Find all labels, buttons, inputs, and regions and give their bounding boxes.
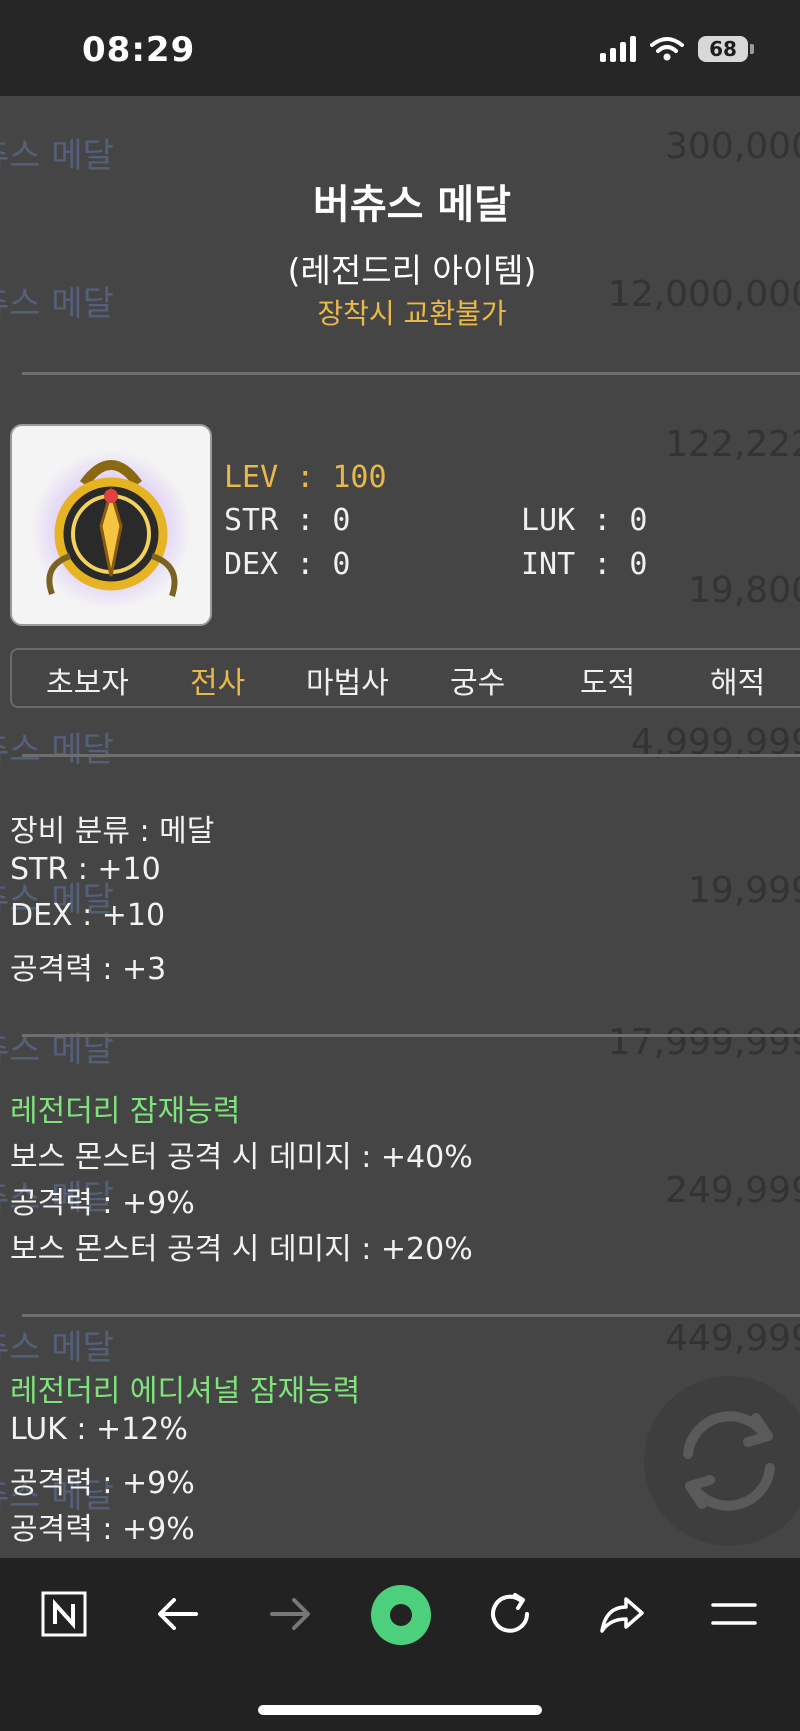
status-icons: 68 bbox=[600, 36, 754, 62]
item-grade: (레전드리 아이템) bbox=[287, 251, 537, 290]
cellular-signal-icon bbox=[600, 36, 636, 62]
back-button[interactable] bbox=[148, 1584, 208, 1644]
home-indicator bbox=[258, 1705, 542, 1715]
status-bar: 08:29 68 bbox=[0, 0, 800, 96]
reload-icon bbox=[491, 1593, 529, 1633]
divider bbox=[22, 372, 800, 375]
potential-line: 보스 몬스터 공격 시 데미지 : +20% bbox=[10, 1232, 473, 1267]
trade-restriction: 장착시 교환불가 bbox=[317, 297, 507, 330]
refresh-icon bbox=[683, 1411, 775, 1511]
job-archer: 궁수 bbox=[450, 666, 506, 701]
potential-line: 보스 몬스터 공격 시 데미지 : +40% bbox=[10, 1140, 473, 1175]
potential-line: 공격력 : +9% bbox=[10, 1186, 195, 1221]
list-item-name: 츄스 메달 bbox=[0, 1030, 114, 1070]
job-magician: 마법사 bbox=[306, 666, 389, 701]
job-thief: 도적 bbox=[580, 666, 636, 701]
list-item-price: 19,800 bbox=[688, 570, 800, 611]
medal-icon bbox=[31, 450, 191, 610]
list-item-name: 츄스 메달 bbox=[0, 136, 114, 176]
list-item-name: 츄스 메달 bbox=[0, 730, 114, 770]
menu-button[interactable] bbox=[704, 1584, 764, 1644]
share-button[interactable] bbox=[592, 1584, 652, 1644]
naver-home-button[interactable] bbox=[34, 1584, 94, 1644]
item-title: 버츄스 메달 bbox=[313, 182, 511, 228]
forward-button[interactable] bbox=[260, 1584, 320, 1644]
stat-line: STR : +10 bbox=[10, 852, 161, 887]
item-icon-frame bbox=[10, 424, 212, 626]
divider bbox=[22, 1034, 800, 1037]
status-time: 08:29 bbox=[82, 30, 196, 70]
list-item-name: 츄스 메달 bbox=[0, 1328, 114, 1368]
additional-potential-title: 레전더리 에디셔널 잠재능력 bbox=[10, 1374, 361, 1409]
green-home-button[interactable] bbox=[370, 1584, 432, 1646]
additional-potential-line: 공격력 : +9% bbox=[10, 1466, 195, 1501]
home-icon bbox=[371, 1585, 431, 1645]
list-item-price: 122,222 bbox=[665, 424, 800, 465]
menu-icon bbox=[711, 1603, 757, 1625]
reload-button[interactable] bbox=[480, 1584, 540, 1644]
req-luk: LUK : 0 bbox=[521, 503, 648, 538]
additional-potential-line: 공격력 : +9% bbox=[10, 1512, 195, 1547]
req-level: LEV : 100 bbox=[224, 460, 387, 495]
list-item-price: 249,999 bbox=[665, 1170, 800, 1211]
forward-icon bbox=[270, 1598, 310, 1630]
job-requirements: 초보자 전사 마법사 궁수 도적 해적 bbox=[10, 648, 800, 708]
stat-line: 공격력 : +3 bbox=[10, 952, 167, 987]
req-int: INT : 0 bbox=[521, 547, 648, 582]
req-str: STR : 0 bbox=[224, 503, 351, 538]
share-icon bbox=[600, 1597, 644, 1633]
wifi-icon bbox=[650, 37, 684, 61]
stat-line: 장비 분류 : 메달 bbox=[10, 814, 215, 849]
list-item-price: 300,000 bbox=[665, 126, 800, 167]
divider bbox=[22, 754, 800, 757]
job-beginner: 초보자 bbox=[46, 666, 129, 701]
job-warrior: 전사 bbox=[190, 666, 246, 701]
req-dex: DEX : 0 bbox=[224, 547, 351, 582]
naver-icon bbox=[41, 1591, 87, 1637]
divider bbox=[22, 1314, 800, 1317]
potential-title: 레전더리 잠재능력 bbox=[10, 1094, 241, 1129]
stat-line: DEX : +10 bbox=[10, 898, 166, 933]
list-item-price: 449,999 bbox=[665, 1318, 800, 1359]
list-item-price: 19,999 bbox=[688, 870, 800, 911]
list-item-price: 17,999,999 bbox=[607, 1022, 800, 1063]
battery-indicator: 68 bbox=[698, 36, 754, 62]
back-icon bbox=[158, 1598, 198, 1630]
job-pirate: 해적 bbox=[710, 666, 766, 701]
refresh-fab-button[interactable] bbox=[644, 1376, 800, 1546]
additional-potential-line: LUK : +12% bbox=[10, 1412, 188, 1447]
